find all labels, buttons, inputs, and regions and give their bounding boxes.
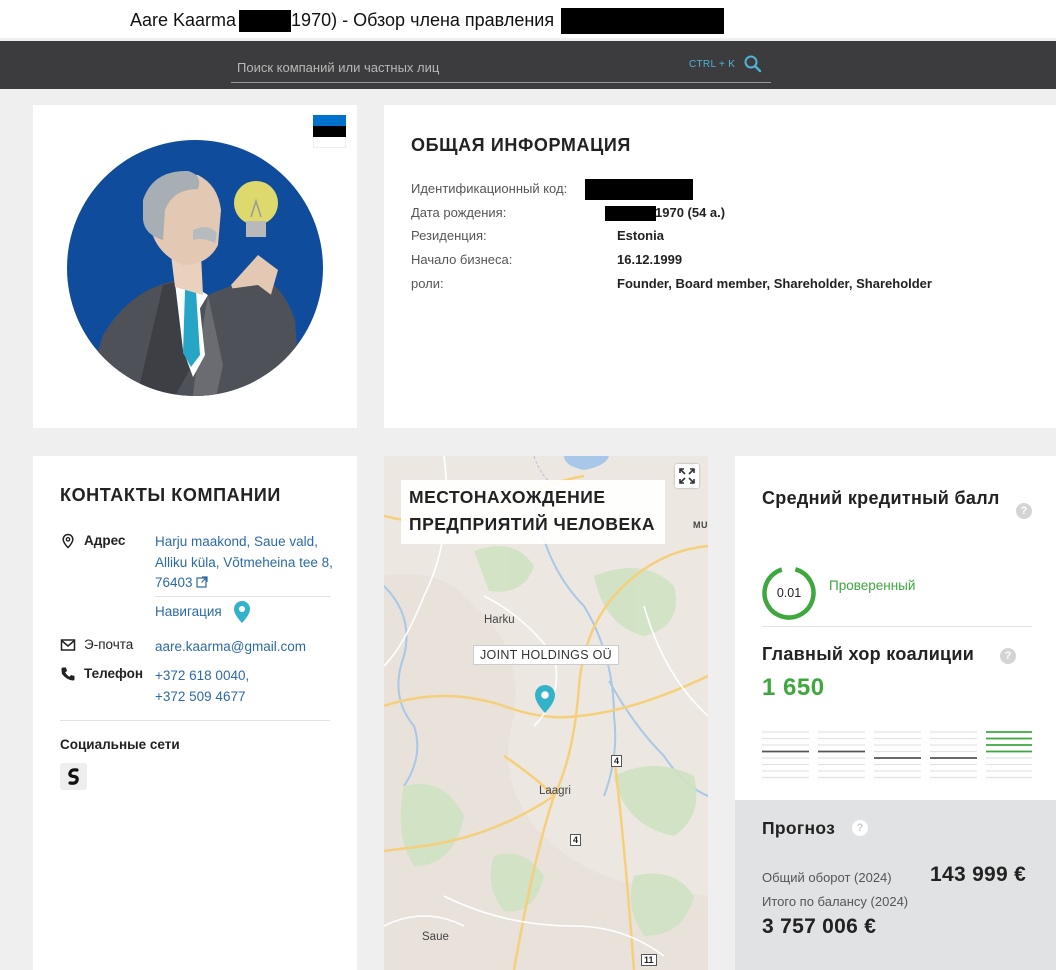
company-map-tag[interactable]: JOINT HOLDINGS OÜ: [473, 645, 619, 665]
credit-title: Средний кредитный балл: [762, 488, 1000, 508]
map-pin-icon: [233, 600, 251, 627]
mail-icon: [60, 637, 76, 653]
phone-values: +372 618 0040, +372 509 4677: [155, 666, 335, 707]
avatar: [67, 140, 323, 396]
forecast-title: Прогноз: [762, 818, 836, 838]
email-link[interactable]: aare.kaarma@gmail.com: [155, 637, 335, 658]
turnover-value: 143 999 €: [930, 863, 1027, 886]
general-info-card: ОБЩАЯ ИНФОРМАЦИЯ Идентификационный код: …: [384, 105, 1056, 428]
map-title-line: ПРЕДПРИЯТИЙ ЧЕЛОВЕКА: [409, 514, 655, 534]
phone-icon: [60, 666, 76, 682]
row-value: 16.12.1999: [617, 252, 683, 267]
redacted-block: [561, 8, 725, 34]
address-link[interactable]: Harju maakond, Saue vald, Alliku küla, V…: [155, 532, 335, 595]
road-number-sign: 4: [611, 755, 623, 767]
balance-value: 3 757 006 €: [762, 915, 877, 938]
coalition-value: 1 650: [762, 674, 825, 701]
search-bar: CTRL + K: [0, 41, 1056, 89]
phone-label: Телефон: [84, 666, 144, 681]
section-title: ОБЩАЯ ИНФОРМАЦИЯ: [411, 135, 631, 155]
row-value: Estonia: [617, 228, 664, 243]
contacts-card: КОНТАКТЫ КОМПАНИИ Адрес Harju maakond, S…: [33, 456, 357, 970]
credit-card: Средний кредитный балл ? 0.01 Проверенны…: [735, 456, 1056, 800]
window-titlebar: Aare Kaarma ( 1970) - Обзор члена правлен…: [0, 0, 1056, 38]
help-icon[interactable]: ?: [852, 820, 868, 836]
social-title: Социальные сети: [60, 737, 180, 752]
divider: [762, 626, 1032, 627]
map-town-label: Saue: [422, 931, 449, 943]
section-title: КОНТАКТЫ КОМПАНИИ: [60, 485, 281, 505]
row-label: Идентификационный код:: [411, 181, 568, 196]
help-icon[interactable]: ?: [1016, 503, 1032, 519]
row-label: Дата рождения:: [411, 205, 507, 220]
company-map-pin-icon[interactable]: [534, 684, 556, 719]
address-value: Harju maakond, Saue vald, Alliku küla, V…: [155, 534, 333, 590]
row-value: Founder, Board member, Shareholder, Shar…: [617, 276, 932, 291]
map-card[interactable]: МЕСТОНАХОЖДЕНИЕ ПРЕДПРИЯТИЙ ЧЕЛОВЕКА MU …: [384, 456, 708, 970]
map-town-label: MU: [693, 520, 708, 530]
search-input[interactable]: [237, 56, 657, 78]
credit-score-value: 0.01: [776, 586, 802, 600]
redacted-block: [605, 206, 656, 221]
divider: [60, 720, 330, 721]
road-number-sign: 4: [570, 834, 582, 846]
row-label: роли:: [411, 276, 444, 291]
search-wrapper: CTRL + K: [231, 53, 771, 83]
help-icon[interactable]: ?: [1000, 648, 1016, 664]
profile-card: [33, 105, 357, 428]
row-label: Начало бизнеса:: [411, 252, 513, 267]
estonia-flag-icon: [313, 115, 346, 148]
redacted-block: [585, 179, 693, 200]
forecast-card: Прогноз ? Общий оборот (2024) 143 999 € …: [735, 800, 1056, 970]
redacted-block: [239, 10, 292, 32]
title-name: Aare Kaarma (: [130, 9, 248, 30]
address-label: Адрес: [84, 533, 126, 548]
phone-link[interactable]: +372 509 4677: [155, 689, 245, 704]
divider: [155, 596, 330, 597]
row-label: Резиденция:: [411, 228, 487, 243]
social-s-icon: [66, 768, 81, 790]
email-label: Э-почта: [84, 637, 134, 652]
map-title-line: МЕСТОНАХОЖДЕНИЕ: [409, 487, 606, 507]
navigation-label: Навигация: [155, 604, 222, 619]
phone-link[interactable]: +372 618 0040,: [155, 668, 249, 683]
title-suffix: 1970) - Обзор члена правления: [291, 9, 555, 30]
external-link-icon: [196, 574, 208, 595]
shortcut-hint: CTRL + K: [689, 59, 736, 70]
balance-label: Итого по балансу (2024): [762, 894, 909, 909]
map-title: МЕСТОНАХОЖДЕНИЕ ПРЕДПРИЯТИЙ ЧЕЛОВЕКА: [401, 480, 665, 544]
credit-status: Проверенный: [829, 578, 916, 593]
fullscreen-icon[interactable]: [675, 464, 699, 488]
coalition-title: Главный хор коалиции: [762, 644, 975, 664]
social-link-button[interactable]: [60, 763, 87, 790]
road-number-sign: 11: [641, 954, 657, 966]
turnover-label: Общий оборот (2024): [762, 870, 892, 885]
navigation-link[interactable]: Навигация: [155, 601, 250, 623]
map-town-label: Laagri: [539, 785, 571, 797]
search-icon[interactable]: [743, 54, 765, 76]
location-pin-icon: [60, 533, 76, 549]
page-title: Aare Kaarma ( 1970) - Обзор члена правлен…: [130, 8, 725, 34]
map-town-label: Harku: [484, 614, 515, 626]
row-value: 1970 (54 a.): [655, 205, 726, 220]
rating-bars: [762, 731, 1032, 779]
